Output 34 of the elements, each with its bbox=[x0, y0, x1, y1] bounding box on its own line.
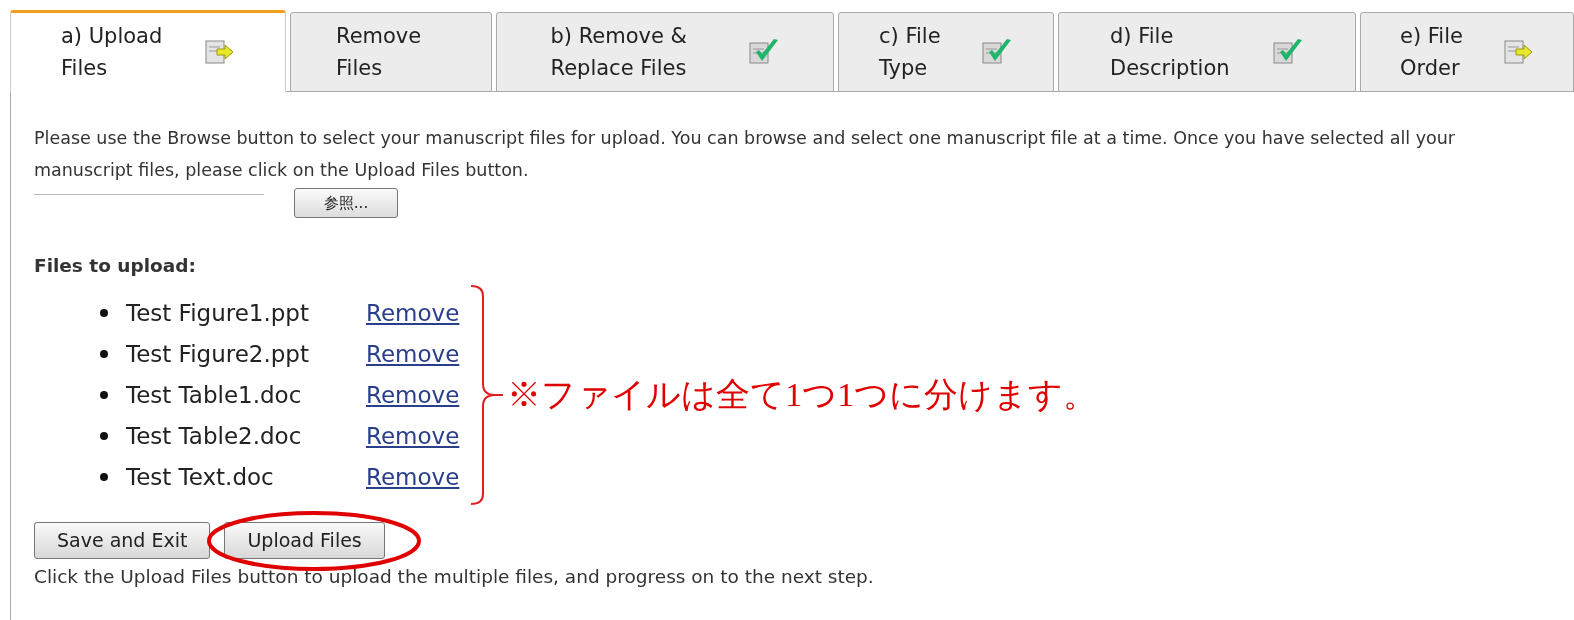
bullet-icon bbox=[100, 349, 108, 358]
tab[interactable]: c) File Type bbox=[838, 12, 1054, 92]
remove-link[interactable]: Remove bbox=[366, 295, 460, 330]
file-name: Test Text.doc bbox=[126, 462, 275, 492]
document-arrow-icon bbox=[203, 37, 235, 67]
tab[interactable]: e) File Order bbox=[1360, 12, 1574, 92]
file-name: Test Figure2.ppt bbox=[126, 339, 310, 369]
document-check-icon bbox=[747, 37, 780, 67]
tab[interactable]: Remove Files bbox=[290, 12, 492, 92]
curly-bracket-icon bbox=[469, 283, 504, 506]
file-name: Test Figure1.ppt bbox=[126, 298, 310, 328]
annotation-text: ※ファイルは全て1つ1つに分けます。 bbox=[507, 375, 1098, 416]
files-heading: Files to upload: bbox=[34, 254, 197, 278]
remove-link[interactable]: Remove bbox=[366, 377, 460, 412]
bullet-icon bbox=[100, 431, 108, 440]
remove-link[interactable]: Remove bbox=[366, 418, 460, 453]
bullet-icon bbox=[100, 472, 108, 481]
document-check-icon bbox=[981, 37, 1013, 67]
remove-link[interactable]: Remove bbox=[366, 336, 460, 371]
document-arrow-icon bbox=[1502, 37, 1534, 67]
action-button[interactable]: Save and Exit bbox=[34, 521, 211, 559]
footer-text: Click the Upload Files button to upload the multiple files, and progress on to the next step. bbox=[34, 564, 875, 589]
tab[interactable]: b) Remove & Replace Files bbox=[496, 12, 834, 92]
bullet-icon bbox=[100, 390, 108, 399]
tab[interactable]: d) File Description bbox=[1058, 12, 1356, 92]
document-check-icon bbox=[1272, 37, 1304, 67]
bullet-icon bbox=[100, 308, 108, 317]
remove-link[interactable]: Remove bbox=[366, 459, 460, 494]
tab[interactable]: a) Upload Files bbox=[10, 10, 286, 92]
instructions-text: Please use the Browse button to select your manuscript files for upload. You can browse and select one manuscript file at a time. Once you have selected all your manuscript files, please click on the Upload Files button. bbox=[34, 127, 1456, 182]
file-name: Test Table1.doc bbox=[126, 380, 303, 410]
browse-button[interactable]: 参照... bbox=[294, 188, 398, 218]
action-button[interactable]: Upload Files bbox=[224, 521, 385, 559]
file-name: Test Table2.doc bbox=[126, 421, 303, 451]
